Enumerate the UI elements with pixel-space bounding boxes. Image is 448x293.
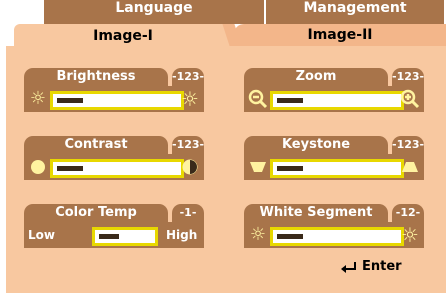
keystone-slider-row (244, 154, 424, 180)
enter-icon (341, 261, 356, 273)
tab-image-1[interactable]: Image-I (14, 24, 232, 48)
colortemp-slider-row: Low High (24, 222, 204, 248)
zoom-label: Zoom (244, 68, 388, 86)
contrast-label: Contrast (24, 136, 168, 154)
brightness-control[interactable]: Brightness -123- (24, 68, 204, 116)
keystone-narrow-bottom-icon (250, 162, 266, 172)
keystone-narrow-top-icon (402, 162, 418, 172)
brightness-low-icon (28, 89, 48, 109)
tab-language-label: Language (115, 0, 193, 16)
colortemp-low-label: Low (28, 228, 55, 242)
contrast-slider-row (24, 154, 204, 180)
enter-hint[interactable]: Enter (340, 259, 402, 274)
brightness-high-icon (180, 89, 200, 109)
contrast-control[interactable]: Contrast -123- (24, 136, 204, 184)
zoom-slider[interactable] (270, 91, 404, 110)
whitesegment-value: -12- (392, 204, 424, 222)
brightness-fill (57, 98, 83, 103)
tab-image-1-label: Image-I (93, 28, 153, 44)
colortemp-control[interactable]: Color Temp -1- Low High (24, 204, 204, 252)
colortemp-value: -1- (172, 204, 204, 222)
zoom-value: -123- (392, 68, 424, 86)
colortemp-fill (99, 234, 119, 239)
whitesegment-label: White Segment (244, 204, 388, 222)
tab-image-2-label: Image-II (307, 27, 373, 43)
tab-image-2[interactable]: Image-II (234, 24, 446, 46)
brightness-slider-row (24, 86, 204, 112)
zoom-in-icon (400, 89, 420, 109)
keystone-value: -123- (392, 136, 424, 154)
keystone-fill (277, 166, 303, 171)
whitesegment-slider-row (244, 222, 424, 248)
tab-management[interactable]: Management (266, 0, 444, 24)
whitesegment-control[interactable]: White Segment -12- (244, 204, 424, 252)
contrast-low-icon (31, 160, 45, 174)
colortemp-slider[interactable] (92, 227, 158, 246)
contrast-fill (57, 166, 83, 171)
brightness-slider[interactable] (50, 91, 184, 110)
keystone-control[interactable]: Keystone -123- (244, 136, 424, 184)
zoom-slider-row (244, 86, 424, 112)
whitesegment-fill (277, 234, 303, 239)
colortemp-label: Color Temp (24, 204, 168, 222)
brightness-value: -123- (172, 68, 204, 86)
whitesegment-high-icon (400, 225, 420, 245)
colortemp-high-label: High (166, 228, 198, 242)
zoom-fill (277, 98, 303, 103)
tab-management-label: Management (303, 0, 407, 16)
contrast-high-icon (182, 159, 198, 175)
zoom-control[interactable]: Zoom -123- (244, 68, 424, 116)
zoom-out-icon (248, 89, 268, 109)
contrast-slider[interactable] (50, 159, 184, 178)
tab-language[interactable]: Language (44, 0, 264, 24)
contrast-value: -123- (172, 136, 204, 154)
keystone-label: Keystone (244, 136, 388, 154)
whitesegment-slider[interactable] (270, 227, 404, 246)
brightness-label: Brightness (24, 68, 168, 86)
keystone-slider[interactable] (270, 159, 404, 178)
enter-label: Enter (362, 259, 402, 274)
whitesegment-low-icon (248, 225, 268, 245)
